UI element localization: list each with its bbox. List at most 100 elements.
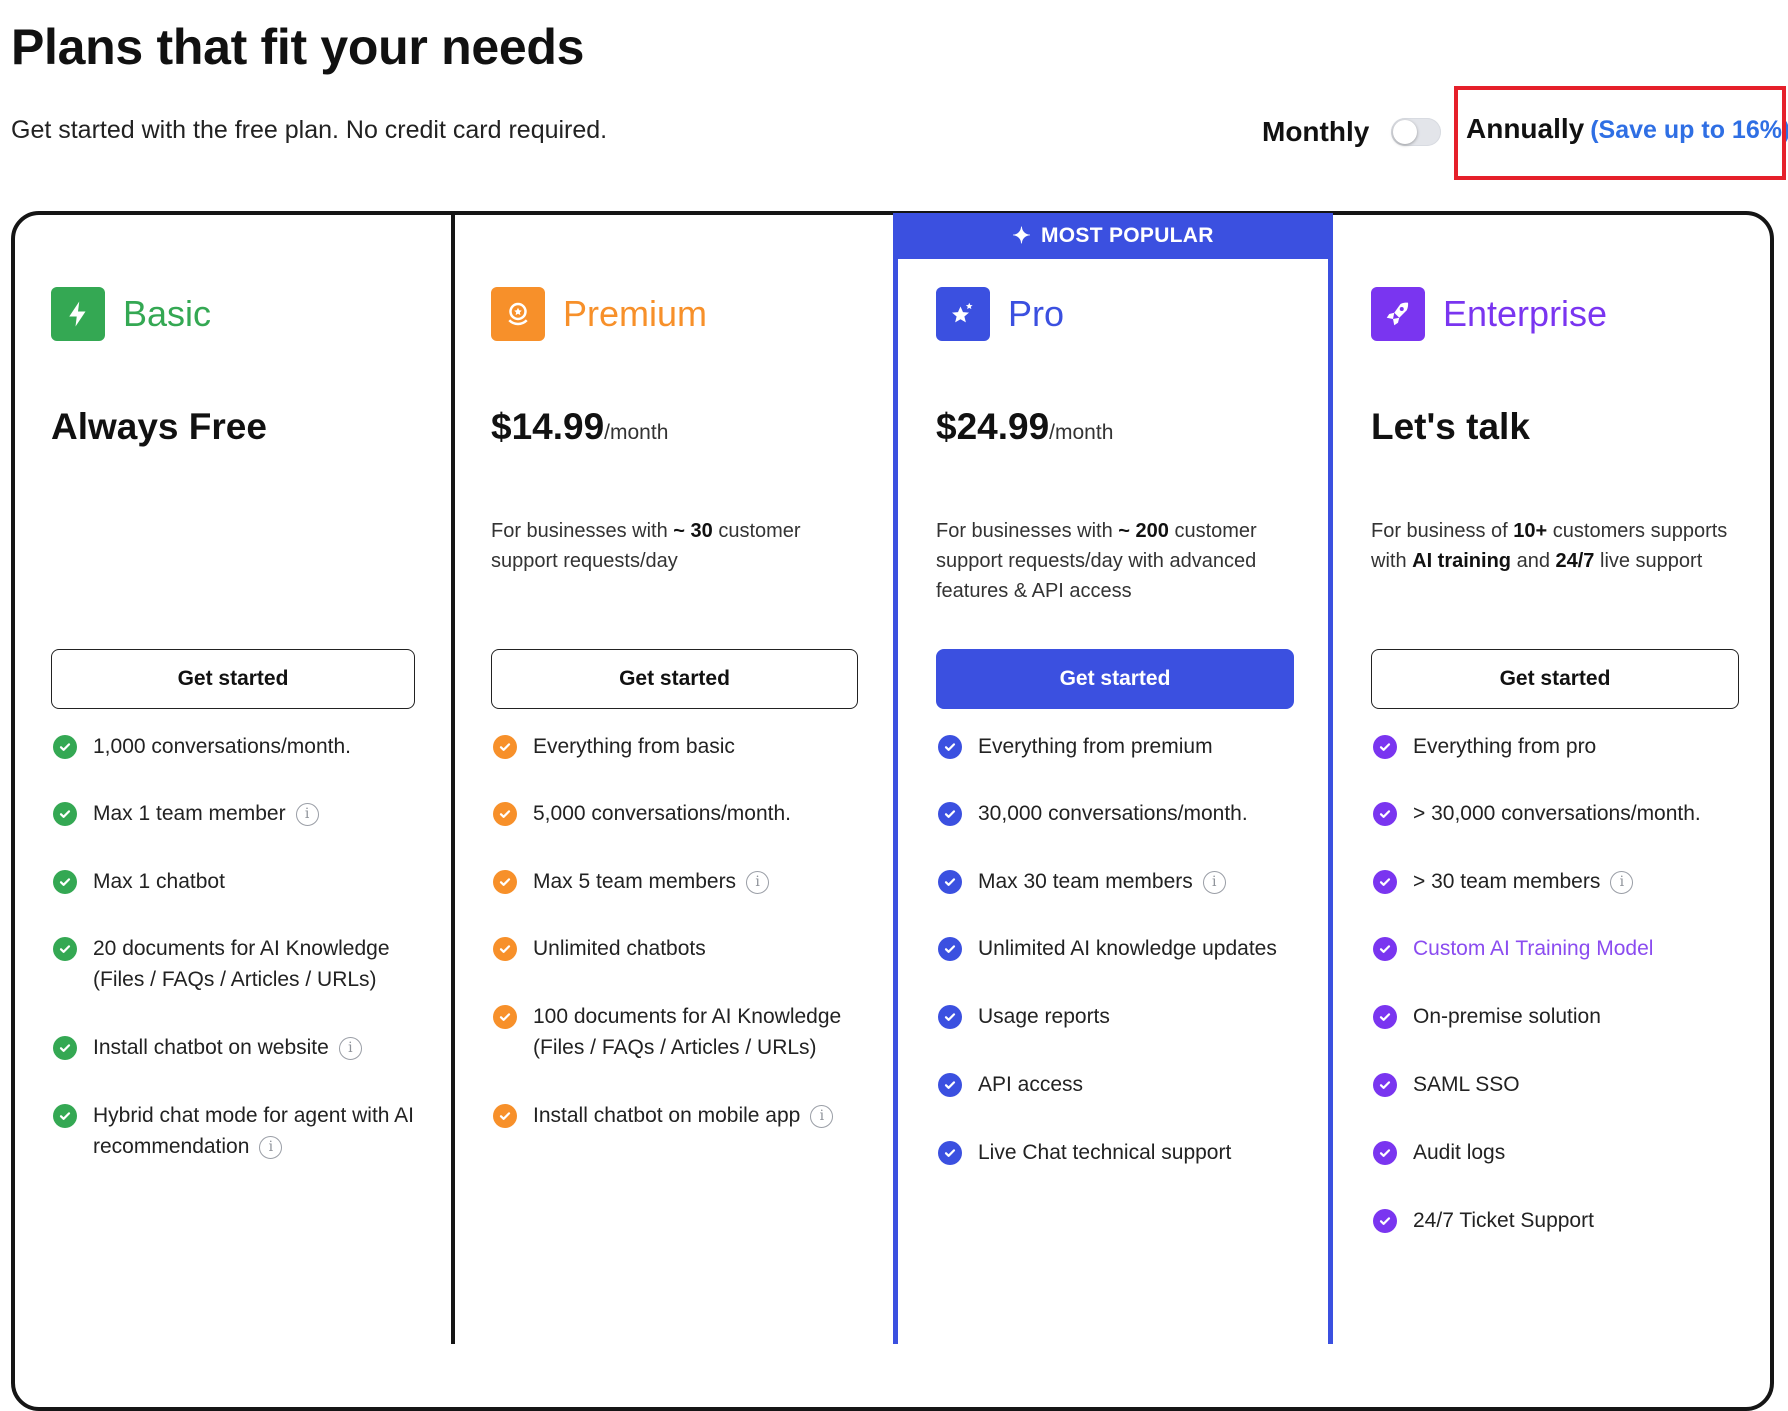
plan-name: Premium [563, 293, 708, 334]
pro-highlight-frame [893, 213, 1333, 1344]
plan-header: Enterprise [1371, 287, 1607, 341]
plan-price: $14.99/month [491, 406, 668, 448]
feature-text: 100 documents for AI Knowledge (Files / … [533, 1005, 842, 1059]
feature-text: Max 5 team members [533, 870, 737, 893]
feature-item: Install chatbot on mobile app i [491, 1100, 858, 1131]
info-icon[interactable]: i [746, 870, 770, 894]
feature-item: API access [936, 1069, 1294, 1100]
feature-link[interactable]: Custom AI Training Model [1413, 937, 1653, 960]
star-icon [936, 287, 990, 341]
toggle-knob [1393, 120, 1418, 144]
monthly-label[interactable]: Monthly [1262, 116, 1369, 148]
feature-item: Max 1 chatbot [51, 866, 415, 897]
plan-description: For businesses with ~ 200 customer suppo… [936, 520, 1257, 602]
feature-item: 1,000 conversations/month. [51, 731, 415, 762]
plan-name: Pro [1008, 293, 1065, 334]
check-icon [493, 802, 517, 826]
feature-text: Max 1 chatbot [93, 870, 225, 893]
feature-text: Usage reports [978, 1005, 1110, 1028]
feature-text: Max 30 team members [978, 870, 1193, 893]
plan-description: For businesses with ~ 30 customer suppor… [491, 520, 801, 572]
price-value: Let's talk [1371, 406, 1530, 447]
feature-item: Max 5 team members i [491, 866, 858, 897]
plan-price: Let's talk [1371, 406, 1530, 448]
feature-item: 20 documents for AI Knowledge (Files / F… [51, 933, 415, 995]
page-title: Plans that fit your needs [11, 19, 585, 75]
feature-item: Max 1 team member i [51, 798, 415, 829]
feature-text: Everything from basic [533, 735, 735, 758]
feature-text: SAML SSO [1413, 1073, 1520, 1096]
sparkles-icon: ✦ [1012, 223, 1031, 248]
check-icon [938, 937, 962, 961]
feature-item: 30,000 conversations/month. [936, 798, 1294, 829]
feature-item: 24/7 Ticket Support [1371, 1205, 1739, 1236]
feature-item: > 30 team members i [1371, 866, 1739, 897]
feature-item: SAML SSO [1371, 1069, 1739, 1100]
check-icon [1373, 1073, 1397, 1097]
feature-text: 24/7 Ticket Support [1413, 1209, 1594, 1232]
info-icon[interactable]: i [810, 1104, 834, 1128]
feature-item: Usage reports [936, 1001, 1294, 1032]
feature-item: Everything from premium [936, 731, 1294, 762]
check-icon [493, 1005, 517, 1029]
get-started-button-pro[interactable]: Get started [936, 649, 1294, 709]
check-icon [53, 937, 77, 961]
info-icon[interactable]: i [259, 1135, 283, 1159]
feature-item: On-premise solution [1371, 1001, 1739, 1032]
plan-header: Premium [491, 287, 707, 341]
lightning-icon [51, 287, 105, 341]
plan-price: Always Free [51, 406, 267, 448]
check-icon [493, 870, 517, 894]
check-icon [1373, 802, 1397, 826]
check-icon [493, 735, 517, 759]
check-icon [1373, 1141, 1397, 1165]
column-divider [451, 211, 455, 1344]
feature-item: Everything from pro [1371, 731, 1739, 762]
check-icon [1373, 1209, 1397, 1233]
feature-item: Unlimited chatbots [491, 933, 858, 964]
feature-text: API access [978, 1073, 1084, 1096]
check-icon [53, 1104, 77, 1128]
check-icon [1373, 870, 1397, 894]
feature-text: 1,000 conversations/month. [93, 735, 351, 758]
page-subtitle: Get started with the free plan. No credi… [11, 116, 608, 144]
info-icon[interactable]: i [338, 1036, 362, 1060]
get-started-button-enterprise[interactable]: Get started [1371, 649, 1739, 709]
price-period: /month [604, 421, 669, 444]
check-icon [493, 1104, 517, 1128]
feature-item: Install chatbot on website i [51, 1032, 415, 1063]
info-icon[interactable]: i [1610, 870, 1634, 894]
feature-item: Everything from basic [491, 731, 858, 762]
feature-text: On-premise solution [1413, 1005, 1601, 1028]
feature-text: Everything from premium [978, 735, 1213, 758]
get-started-button-premium[interactable]: Get started [491, 649, 858, 709]
check-icon [938, 1141, 962, 1165]
most-popular-banner: ✦ MOST POPULAR [893, 213, 1333, 259]
feature-text: Everything from pro [1413, 735, 1597, 758]
award-icon [491, 287, 545, 341]
info-icon[interactable]: i [295, 802, 319, 826]
plan-header: Basic [51, 287, 211, 341]
feature-item: Unlimited AI knowledge updates [936, 933, 1294, 964]
info-icon[interactable]: i [1202, 870, 1226, 894]
plan-description: For business of 10+ customers supports w… [1371, 520, 1728, 572]
billing-period-switch: Monthly [1262, 100, 1465, 164]
feature-text: Unlimited AI knowledge updates [978, 937, 1277, 960]
feature-item: Hybrid chat mode for agent with AI recom… [51, 1100, 415, 1162]
feature-text: Max 1 team member [93, 802, 286, 825]
get-started-button-basic[interactable]: Get started [51, 649, 415, 709]
check-icon [938, 1005, 962, 1029]
billing-toggle[interactable] [1391, 118, 1442, 146]
price-period: /month [1049, 421, 1114, 444]
feature-item: > 30,000 conversations/month. [1371, 798, 1739, 829]
check-icon [53, 802, 77, 826]
most-popular-label: MOST POPULAR [1040, 224, 1214, 247]
feature-item: 100 documents for AI Knowledge (Files / … [491, 1001, 858, 1063]
plan-header: Pro [936, 287, 1064, 341]
price-value: Always Free [51, 406, 267, 447]
check-icon [1373, 1005, 1397, 1029]
feature-text: > 30,000 conversations/month. [1413, 802, 1701, 825]
feature-text: Install chatbot on website [93, 1036, 329, 1059]
feature-text: Audit logs [1413, 1141, 1506, 1164]
feature-text: Install chatbot on mobile app [533, 1104, 801, 1127]
